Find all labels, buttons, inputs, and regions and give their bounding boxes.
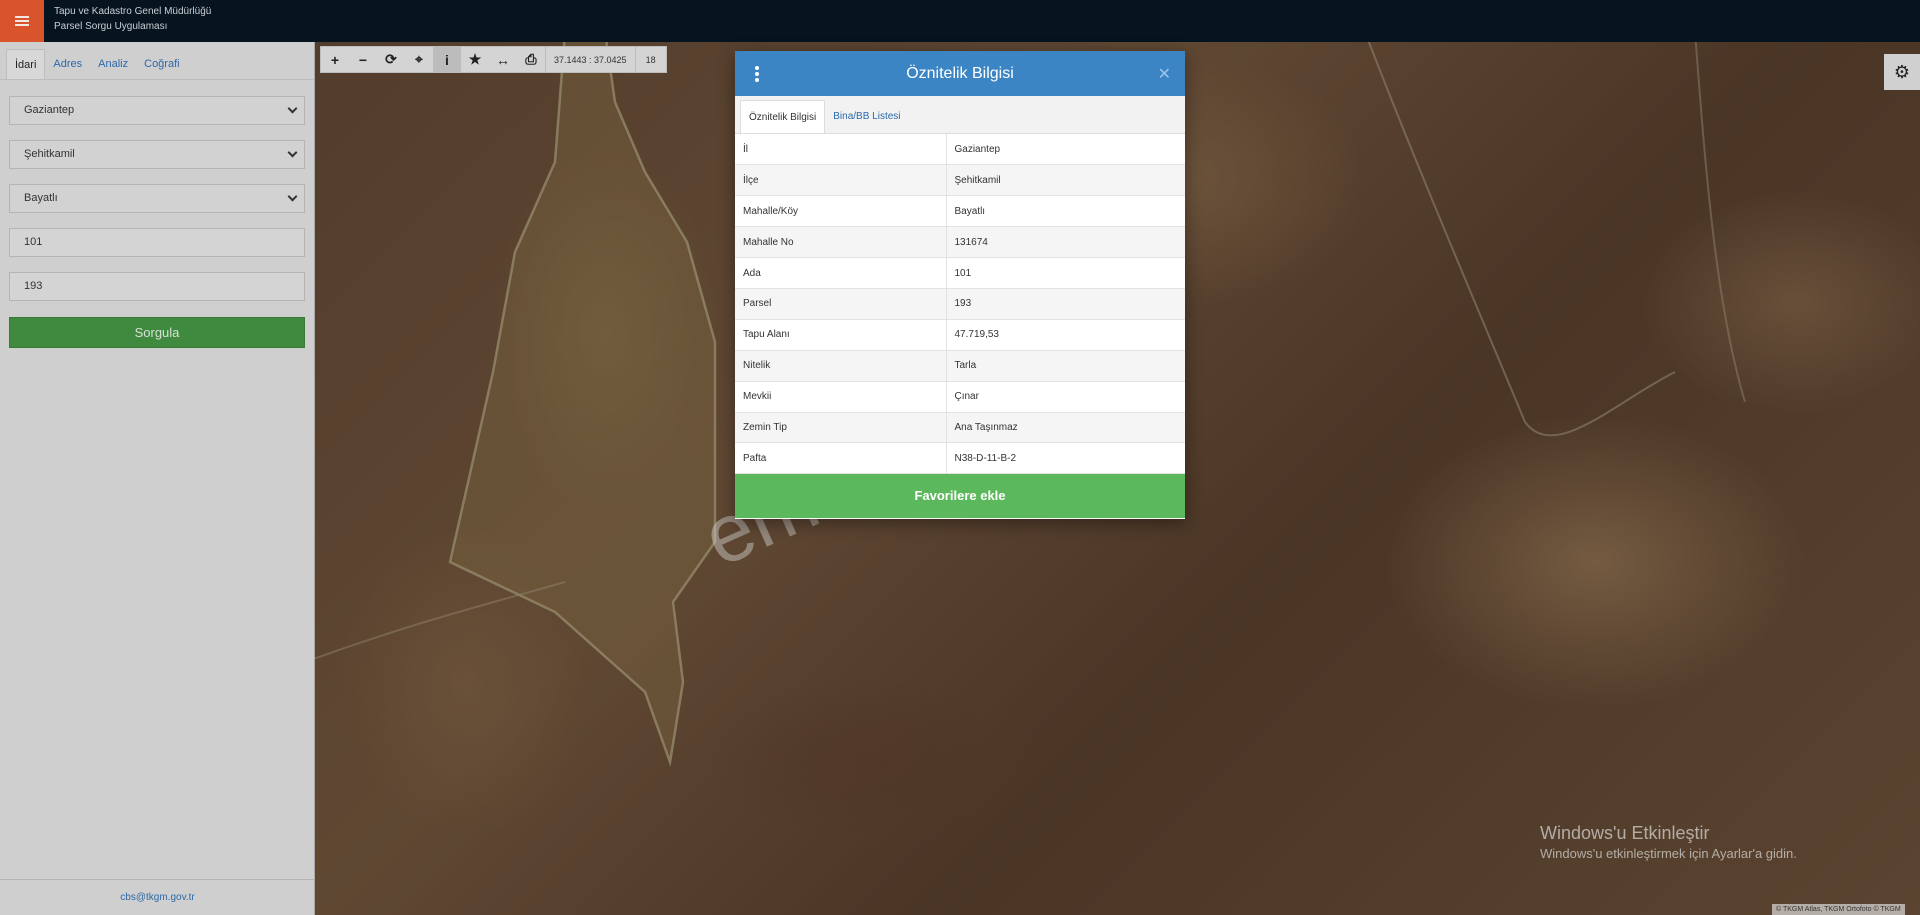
attribute-value: Çınar [946,381,1185,413]
attribute-row: Ada 101 [735,257,1185,289]
more-options-icon[interactable] [755,66,759,82]
info-icon[interactable]: i [433,47,461,72]
attribute-key: Mevkii [735,381,947,413]
favorite-star-icon[interactable]: ★ [461,47,489,72]
tab-idari[interactable]: İdari [6,49,46,79]
attribute-value: Ana Taşınmaz [946,412,1185,444]
print-icon[interactable]: ⎙ [517,47,545,72]
tab-analiz[interactable]: Analiz [90,49,136,79]
attribute-key: Nitelik [735,350,947,382]
parsel-input[interactable]: 193 [9,272,305,301]
attribute-row: İl Gaziantep [735,134,1185,166]
map-toolbar: + − ⟳ ⌖ i ★ ↔ ⎙ 37.1443 : 37.0425 18 [320,46,667,73]
ilce-select-value: Şehitkamil [24,148,75,160]
attribute-row: Mahalle No 131674 [735,226,1185,259]
attribute-key: Mahalle/Köy [735,195,947,228]
sidebar-tabs: İdari Adres Analiz Coğrafi [0,42,314,80]
attribute-key: Zemin Tip [735,412,947,444]
app-title-line2: Parsel Sorgu Uygulaması [54,21,168,32]
windows-activation-subtitle: Windows'u etkinleştirmek için Ayarlar'a … [1540,846,1797,861]
query-sidebar: İdari Adres Analiz Coğrafi Gaziantep Şeh… [0,42,315,915]
map-attribution: © TKGM Atlas, TKGM Ortofoto © TKGM [1772,904,1905,915]
ilce-select[interactable]: Şehitkamil [9,140,305,169]
chevron-down-icon [287,147,298,158]
mahalle-select[interactable]: Bayatlı [9,184,305,213]
locate-icon[interactable]: ⌖ [405,47,433,72]
attribute-key: İl [735,134,947,166]
dialog-tabs: Öznitelik Bilgisi Bina/BB Listesi [735,96,1185,134]
attribute-key: Pafta [735,442,947,475]
attribute-value: 193 [946,288,1185,320]
zoom-in-icon[interactable]: + [321,47,349,72]
hamburger-menu-icon[interactable] [0,0,44,42]
app-title-line1: Tapu ve Kadastro Genel Müdürlüğü [54,6,212,17]
tab-adres[interactable]: Adres [45,49,90,79]
mahalle-select-value: Bayatlı [24,192,58,204]
add-to-favorites-button[interactable]: Favorilere ekle [735,474,1185,519]
refresh-icon[interactable]: ⟳ [377,47,405,72]
attribute-row: Parsel 193 [735,288,1185,320]
il-select-value: Gaziantep [24,104,75,116]
ada-input[interactable]: 101 [9,228,305,257]
attribute-row: Nitelik Tarla [735,350,1185,382]
attribute-key: Parsel [735,288,947,320]
attribute-value: Tarla [946,350,1185,382]
zoom-out-icon[interactable]: − [349,47,377,72]
sorgula-button[interactable]: Sorgula [9,317,305,348]
attribute-value: N38-D-11-B-2 [946,442,1185,475]
tab-bina-bb-listesi[interactable]: Bina/BB Listesi [825,100,908,133]
query-form: Gaziantep Şehitkamil Bayatlı 101 193 Sor… [0,96,314,348]
attribute-info-dialog: Öznitelik Bilgisi ✕ Öznitelik Bilgisi Bi… [735,51,1185,519]
attribute-row: Pafta N38-D-11-B-2 [735,442,1185,475]
attribute-key: Ada [735,257,947,289]
tab-cografi[interactable]: Coğrafi [136,49,187,79]
close-icon[interactable]: ✕ [1158,64,1171,84]
coordinate-readout: 37.1443 : 37.0425 [545,47,635,72]
attribute-row: İlçe Şehitkamil [735,164,1185,197]
measure-icon[interactable]: ↔ [489,47,517,72]
il-select[interactable]: Gaziantep [9,96,305,125]
attribute-row: Tapu Alanı 47.719,53 [735,319,1185,351]
zoom-level-readout: 18 [634,47,666,72]
attribute-value: Şehitkamil [946,164,1185,197]
attribute-key: Tapu Alanı [735,319,947,351]
attribute-row: Mevkii Çınar [735,381,1185,413]
attribute-value: Gaziantep [946,134,1185,166]
attribute-table: İl Gaziantep İlçe Şehitkamil Mahalle/Köy Baya… [735,134,1185,475]
attribute-value: 101 [946,257,1185,289]
contact-email-link[interactable]: cbs@tkgm.gov.tr [0,879,315,915]
dialog-title: Öznitelik Bilgisi [906,64,1014,82]
app-header: Tapu ve Kadastro Genel Müdürlüğü Parsel … [0,0,1920,42]
attribute-value: 131674 [946,226,1185,259]
gear-icon[interactable]: ⚙ [1884,54,1920,90]
dialog-header: Öznitelik Bilgisi ✕ [735,51,1185,96]
chevron-down-icon [287,103,298,114]
app-title: Tapu ve Kadastro Genel Müdürlüğü Parsel … [54,4,211,34]
attribute-value: 47.719,53 [946,319,1185,351]
tab-oznitelik-bilgisi[interactable]: Öznitelik Bilgisi [740,100,826,133]
attribute-key: İlçe [735,164,947,197]
attribute-row: Zemin Tip Ana Taşınmaz [735,412,1185,444]
windows-activation-notice: Windows'u Etkinleştir Windows'u etkinleş… [1540,823,1797,861]
attribute-key: Mahalle No [735,226,947,259]
windows-activation-title: Windows'u Etkinleştir [1540,823,1710,843]
attribute-value: Bayatlı [946,195,1185,228]
chevron-down-icon [287,191,298,202]
attribute-row: Mahalle/Köy Bayatlı [735,195,1185,228]
